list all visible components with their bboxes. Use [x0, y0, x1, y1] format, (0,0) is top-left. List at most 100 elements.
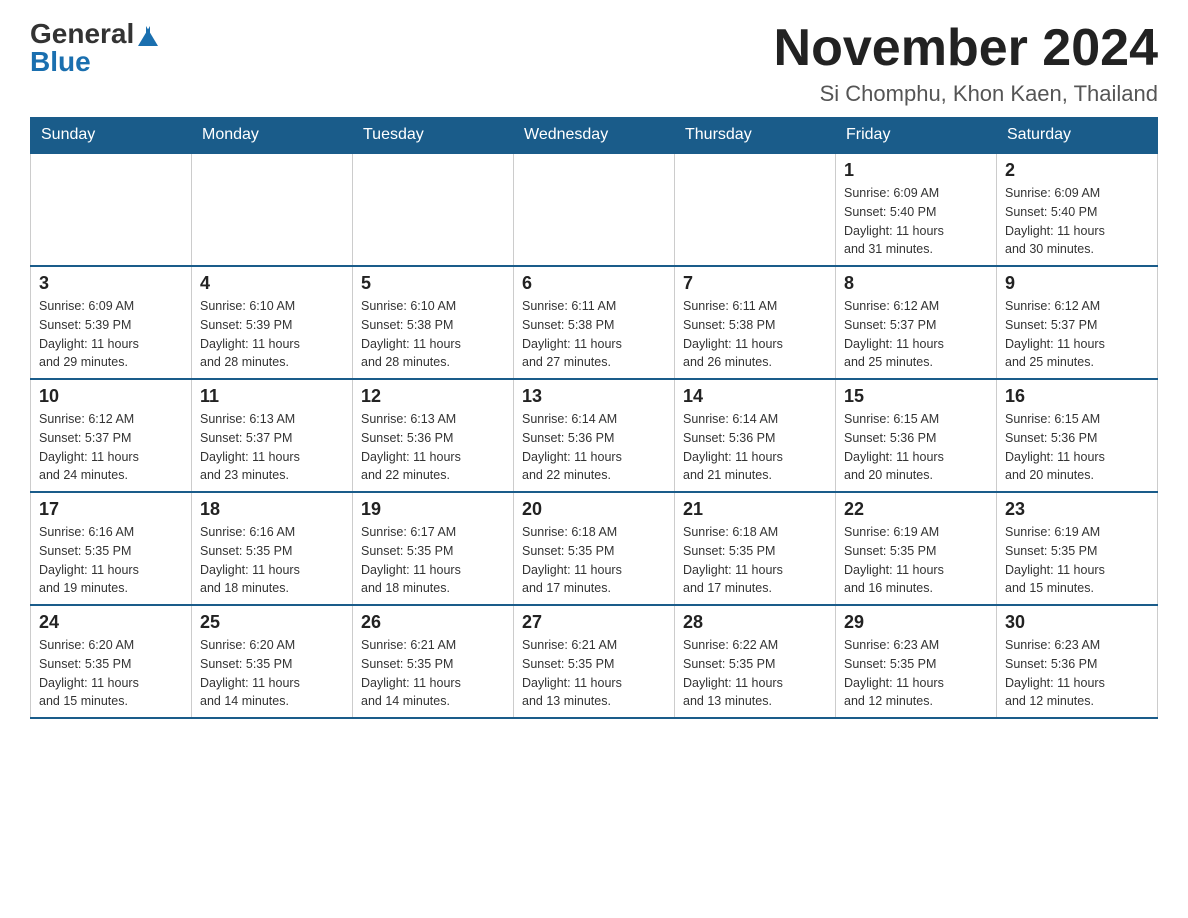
calendar-cell: 3Sunrise: 6:09 AM Sunset: 5:39 PM Daylig… [31, 266, 192, 379]
day-number: 7 [683, 273, 827, 294]
day-number: 28 [683, 612, 827, 633]
calendar-cell: 23Sunrise: 6:19 AM Sunset: 5:35 PM Dayli… [997, 492, 1158, 605]
calendar-cell: 16Sunrise: 6:15 AM Sunset: 5:36 PM Dayli… [997, 379, 1158, 492]
calendar-cell: 30 Sunrise: 6:23 AM Sunset: 5:36 PM Dayli… [997, 605, 1158, 718]
calendar-cell: 21 Sunrise: 6:18 AM Sunset: 5:35 PM Dayli… [675, 492, 836, 605]
day-number: 22 [844, 499, 988, 520]
day-number: 25 [200, 612, 344, 633]
week-row-4: 24 Sunrise: 6:20 AM Sunset: 5:35 PM Dayli… [31, 605, 1158, 718]
calendar-cell: 11 Sunrise: 6:13 AM Sunset: 5:37 PM Dayli… [192, 379, 353, 492]
calendar-cell: 1Sunrise: 6:09 AM Sunset: 5:40 PM Daylig… [836, 153, 997, 266]
day-info: Sunrise: 6:10 AM Sunset: 5:39 PM Dayligh… [200, 297, 344, 372]
page-header: General Blue November 2024 Si Chomphu, K… [30, 20, 1158, 107]
week-row-1: 3Sunrise: 6:09 AM Sunset: 5:39 PM Daylig… [31, 266, 1158, 379]
day-info: Sunrise: 6:23 AM Sunset: 5:36 PM Dayligh… [1005, 636, 1149, 711]
calendar-cell: 28 Sunrise: 6:22 AM Sunset: 5:35 PM Dayli… [675, 605, 836, 718]
day-number: 8 [844, 273, 988, 294]
calendar-cell: 26 Sunrise: 6:21 AM Sunset: 5:35 PM Dayli… [353, 605, 514, 718]
day-info: Sunrise: 6:16 AM Sunset: 5:35 PM Dayligh… [39, 523, 183, 598]
calendar-cell [192, 153, 353, 266]
day-number: 5 [361, 273, 505, 294]
calendar-cell [514, 153, 675, 266]
calendar-cell: 27 Sunrise: 6:21 AM Sunset: 5:35 PM Dayli… [514, 605, 675, 718]
day-number: 18 [200, 499, 344, 520]
day-info: Sunrise: 6:16 AM Sunset: 5:35 PM Dayligh… [200, 523, 344, 598]
day-info: Sunrise: 6:20 AM Sunset: 5:35 PM Dayligh… [39, 636, 183, 711]
day-info: Sunrise: 6:22 AM Sunset: 5:35 PM Dayligh… [683, 636, 827, 711]
day-info: Sunrise: 6:18 AM Sunset: 5:35 PM Dayligh… [522, 523, 666, 598]
calendar-location: Si Chomphu, Khon Kaen, Thailand [774, 81, 1158, 107]
calendar-cell: 9Sunrise: 6:12 AM Sunset: 5:37 PM Daylig… [997, 266, 1158, 379]
col-thursday: Thursday [675, 118, 836, 154]
day-number: 29 [844, 612, 988, 633]
calendar-cell: 20Sunrise: 6:18 AM Sunset: 5:35 PM Dayli… [514, 492, 675, 605]
day-info: Sunrise: 6:19 AM Sunset: 5:35 PM Dayligh… [1005, 523, 1149, 598]
day-info: Sunrise: 6:19 AM Sunset: 5:35 PM Dayligh… [844, 523, 988, 598]
day-info: Sunrise: 6:17 AM Sunset: 5:35 PM Dayligh… [361, 523, 505, 598]
day-number: 24 [39, 612, 183, 633]
day-number: 13 [522, 386, 666, 407]
day-number: 14 [683, 386, 827, 407]
day-info: Sunrise: 6:21 AM Sunset: 5:35 PM Dayligh… [361, 636, 505, 711]
calendar-cell: 18 Sunrise: 6:16 AM Sunset: 5:35 PM Dayli… [192, 492, 353, 605]
week-row-2: 10 Sunrise: 6:12 AM Sunset: 5:37 PM Dayli… [31, 379, 1158, 492]
day-number: 21 [683, 499, 827, 520]
calendar-cell: 29 Sunrise: 6:23 AM Sunset: 5:35 PM Dayli… [836, 605, 997, 718]
col-sunday: Sunday [31, 118, 192, 154]
day-number: 11 [200, 386, 344, 407]
col-wednesday: Wednesday [514, 118, 675, 154]
calendar-cell: 12 Sunrise: 6:13 AM Sunset: 5:36 PM Dayli… [353, 379, 514, 492]
day-info: Sunrise: 6:15 AM Sunset: 5:36 PM Dayligh… [1005, 410, 1149, 485]
calendar-cell [675, 153, 836, 266]
calendar-cell: 5Sunrise: 6:10 AM Sunset: 5:38 PM Daylig… [353, 266, 514, 379]
col-saturday: Saturday [997, 118, 1158, 154]
calendar-cell: 10 Sunrise: 6:12 AM Sunset: 5:37 PM Dayli… [31, 379, 192, 492]
day-info: Sunrise: 6:11 AM Sunset: 5:38 PM Dayligh… [683, 297, 827, 372]
week-row-3: 17Sunrise: 6:16 AM Sunset: 5:35 PM Dayli… [31, 492, 1158, 605]
day-number: 9 [1005, 273, 1149, 294]
logo: General Blue [30, 20, 158, 76]
day-info: Sunrise: 6:20 AM Sunset: 5:35 PM Dayligh… [200, 636, 344, 711]
calendar-cell: 13 Sunrise: 6:14 AM Sunset: 5:36 PM Dayli… [514, 379, 675, 492]
day-info: Sunrise: 6:18 AM Sunset: 5:35 PM Dayligh… [683, 523, 827, 598]
day-number: 10 [39, 386, 183, 407]
day-number: 1 [844, 160, 988, 181]
calendar-cell: 7 Sunrise: 6:11 AM Sunset: 5:38 PM Daylig… [675, 266, 836, 379]
day-number: 26 [361, 612, 505, 633]
day-number: 15 [844, 386, 988, 407]
title-block: November 2024 Si Chomphu, Khon Kaen, Tha… [774, 20, 1158, 107]
day-info: Sunrise: 6:13 AM Sunset: 5:37 PM Dayligh… [200, 410, 344, 485]
calendar-cell: 17Sunrise: 6:16 AM Sunset: 5:35 PM Dayli… [31, 492, 192, 605]
day-number: 19 [361, 499, 505, 520]
calendar-cell: 25 Sunrise: 6:20 AM Sunset: 5:35 PM Dayli… [192, 605, 353, 718]
col-monday: Monday [192, 118, 353, 154]
calendar-table: Sunday Monday Tuesday Wednesday Thursday… [30, 117, 1158, 719]
day-info: Sunrise: 6:23 AM Sunset: 5:35 PM Dayligh… [844, 636, 988, 711]
day-number: 6 [522, 273, 666, 294]
calendar-header-row: Sunday Monday Tuesday Wednesday Thursday… [31, 118, 1158, 154]
day-info: Sunrise: 6:21 AM Sunset: 5:35 PM Dayligh… [522, 636, 666, 711]
day-info: Sunrise: 6:13 AM Sunset: 5:36 PM Dayligh… [361, 410, 505, 485]
calendar-title: November 2024 [774, 20, 1158, 77]
logo-blue-text: Blue [30, 48, 91, 76]
day-number: 4 [200, 273, 344, 294]
calendar-cell: 6Sunrise: 6:11 AM Sunset: 5:38 PM Daylig… [514, 266, 675, 379]
day-number: 12 [361, 386, 505, 407]
day-info: Sunrise: 6:14 AM Sunset: 5:36 PM Dayligh… [522, 410, 666, 485]
day-number: 30 [1005, 612, 1149, 633]
col-friday: Friday [836, 118, 997, 154]
calendar-cell [31, 153, 192, 266]
calendar-cell: 19 Sunrise: 6:17 AM Sunset: 5:35 PM Dayli… [353, 492, 514, 605]
calendar-cell: 24 Sunrise: 6:20 AM Sunset: 5:35 PM Dayli… [31, 605, 192, 718]
day-info: Sunrise: 6:09 AM Sunset: 5:39 PM Dayligh… [39, 297, 183, 372]
day-info: Sunrise: 6:09 AM Sunset: 5:40 PM Dayligh… [1005, 184, 1149, 259]
day-info: Sunrise: 6:15 AM Sunset: 5:36 PM Dayligh… [844, 410, 988, 485]
day-number: 27 [522, 612, 666, 633]
calendar-cell [353, 153, 514, 266]
week-row-0: 1 Sunrise: 6:09 AM Sunset: 5:40 PM Daylig… [31, 153, 1158, 266]
calendar-cell: 22 Sunrise: 6:19 AM Sunset: 5:35 PM Dayli… [836, 492, 997, 605]
calendar-cell: 2Sunrise: 6:09 AM Sunset: 5:40 PM Daylig… [997, 153, 1158, 266]
day-info: Sunrise: 6:12 AM Sunset: 5:37 PM Dayligh… [39, 410, 183, 485]
calendar-cell: 8Sunrise: 6:12 AM Sunset: 5:37 PM Daylig… [836, 266, 997, 379]
col-tuesday: Tuesday [353, 118, 514, 154]
